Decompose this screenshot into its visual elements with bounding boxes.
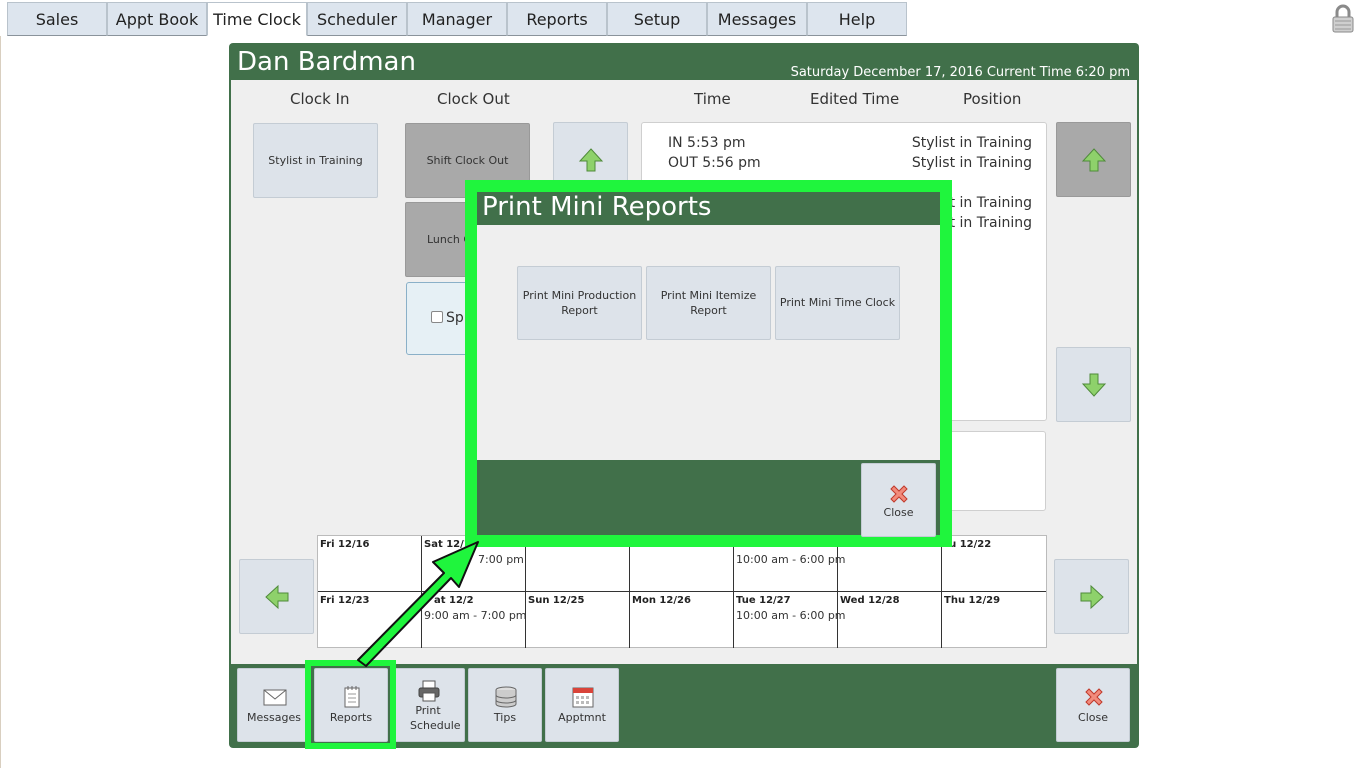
calendar-cell[interactable]: Wed 12/28	[838, 592, 942, 648]
print-mini-production-button[interactable]: Print Mini Production Report	[517, 266, 642, 340]
apptmnt-label: Apptmnt	[558, 711, 606, 724]
calendar-day: at 12/2	[434, 595, 474, 606]
clock-in-header: Clock In	[290, 90, 350, 108]
tab-messages[interactable]: Messages	[707, 2, 807, 36]
time-entry-2-time: OUT 5:56 pm	[668, 155, 761, 171]
calendar-cell[interactable]: Mon 12/26	[630, 592, 734, 648]
calendar-day: Fri 12/16	[320, 539, 370, 550]
messages-label: Messages	[247, 711, 301, 724]
dialog-body: Print Mini Production Report Print Mini …	[477, 225, 940, 460]
calendar-cell[interactable]: Tue 12/27 10:00 am - 6:00 pm	[734, 592, 846, 648]
time-entry-2-position: Stylist in Training	[911, 155, 1032, 171]
dialog-close-button[interactable]: Close	[861, 463, 936, 537]
print-mini-time-clock-button[interactable]: Print Mini Time Clock	[775, 266, 900, 340]
edited-time-header: Edited Time	[810, 90, 900, 108]
current-datetime: Saturday December 17, 2016 Current Time …	[790, 65, 1130, 80]
printer-icon	[418, 680, 440, 702]
envelope-icon	[263, 689, 287, 706]
schedule-calendar: Fri 12/16 Sat 12/1 7:00 pm 10:00 am - 6:0…	[317, 535, 1047, 648]
calendar-cell[interactable]: Fri 12/23	[318, 592, 422, 648]
tab-manager[interactable]: Manager	[407, 2, 507, 36]
calendar-cell[interactable]: at 12/2 9:00 am - 7:00 pm	[422, 592, 527, 648]
arrow-up-icon	[578, 147, 603, 171]
time-entry-1-time: IN 5:53 pm	[668, 135, 746, 151]
position-header: Position	[963, 90, 1022, 108]
calendar-cell[interactable]: Sun 12/25	[526, 592, 630, 648]
tab-reports[interactable]: Reports	[507, 2, 607, 36]
print-schedule-button[interactable]: Print Schedule	[391, 668, 465, 742]
time-entry-1-position: Stylist in Training	[911, 135, 1032, 151]
calendar-icon	[572, 687, 594, 708]
calendar-day: Tue 12/27	[736, 595, 791, 606]
note-box	[941, 431, 1046, 511]
tab-appt-book[interactable]: Appt Book	[107, 2, 207, 36]
clock-in-stylist-button[interactable]: Stylist in Training	[253, 123, 378, 198]
calendar-cell[interactable]: Fri 12/16	[318, 536, 422, 592]
clock-out-header: Clock Out	[437, 90, 510, 108]
calendar-shift: 10:00 am - 6:00 pm	[736, 609, 846, 622]
calendar-day: Sat 12/1	[424, 539, 471, 550]
time-entry-3-position: st in Training	[942, 195, 1032, 211]
tab-scheduler[interactable]: Scheduler	[307, 2, 407, 36]
prev-week-button[interactable]	[239, 559, 314, 634]
calendar-day: Fri 12/23	[320, 595, 370, 606]
coin-stack-icon	[495, 686, 517, 708]
messages-button[interactable]: Messages	[237, 668, 311, 742]
dialog-title: Print Mini Reports	[482, 192, 712, 222]
close-label: Close	[1078, 711, 1108, 724]
top-nav: Sales Appt Book Time Clock Scheduler Man…	[7, 2, 907, 36]
arrow-left-icon	[264, 584, 288, 609]
calendar-day: Mon 12/26	[632, 595, 691, 606]
page-left-border	[0, 36, 1, 768]
scroll-up-right-button[interactable]	[1056, 122, 1131, 197]
dialog-close-label: Close	[883, 506, 914, 519]
tab-setup[interactable]: Setup	[607, 2, 707, 36]
arrow-right-icon	[1080, 584, 1104, 609]
calendar-day: Wed 12/28	[840, 595, 900, 606]
calendar-cell[interactable]: Thu 12/29	[942, 592, 1046, 648]
tips-button[interactable]: Tips	[468, 668, 542, 742]
print-schedule-label: Print Schedule	[410, 704, 461, 732]
tab-time-clock[interactable]: Time Clock	[207, 2, 307, 36]
tips-label: Tips	[493, 711, 517, 724]
calendar-day: Sun 12/25	[528, 595, 585, 606]
lock-icon[interactable]	[1330, 4, 1356, 34]
calendar-shift: 10:00 am - 6:00 pm	[736, 553, 846, 566]
tab-sales[interactable]: Sales	[7, 2, 107, 36]
split-checkbox[interactable]	[431, 311, 443, 323]
time-entry-4-position: st in Training	[942, 215, 1032, 231]
print-mini-itemize-button[interactable]: Print Mini Itemize Report	[646, 266, 771, 340]
employee-name: Dan Bardman	[237, 47, 416, 77]
print-mini-reports-dialog: Print Mini Reports Print Mini Production…	[465, 180, 952, 547]
next-week-button[interactable]	[1054, 559, 1129, 634]
time-header: Time	[694, 90, 731, 108]
tab-help[interactable]: Help	[807, 2, 907, 36]
calendar-day: Thu 12/29	[944, 595, 1001, 606]
close-button[interactable]: Close	[1056, 668, 1130, 742]
calendar-cell[interactable]: hu 12/22	[942, 536, 1046, 592]
scroll-down-button[interactable]	[1056, 347, 1131, 422]
calendar-shift: 7:00 pm	[478, 553, 524, 566]
close-x-icon	[890, 485, 908, 503]
calendar-shift: 9:00 am - 7:00 pm	[424, 609, 527, 622]
reports-highlight	[305, 660, 396, 749]
arrow-down-icon	[1081, 373, 1106, 397]
close-x-icon	[1085, 688, 1103, 706]
apptmnt-button[interactable]: Apptmnt	[545, 668, 619, 742]
arrow-up-icon	[1081, 147, 1106, 171]
